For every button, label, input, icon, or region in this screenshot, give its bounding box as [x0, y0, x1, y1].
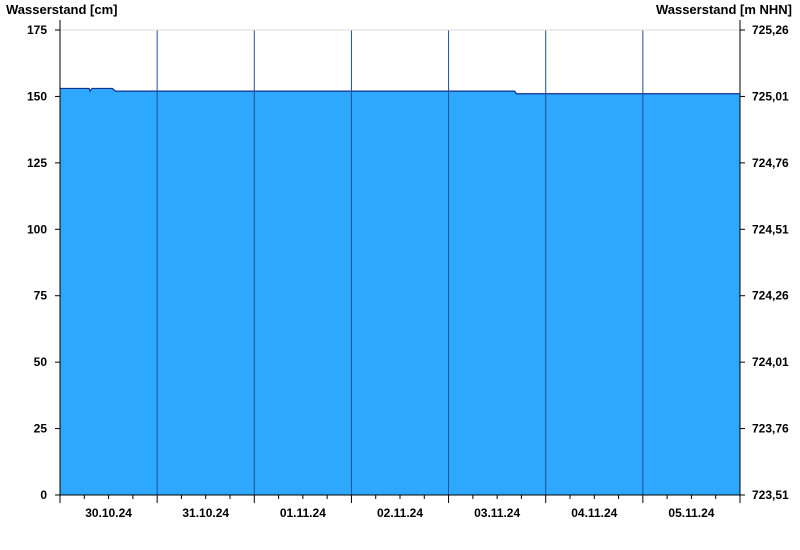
x-tick-label: 04.11.24 [571, 506, 617, 520]
y-left-tick-label: 25 [34, 422, 48, 436]
y-left-tick-label: 75 [34, 289, 48, 303]
y-right-tick-label: 724,01 [752, 355, 789, 369]
y-right-tick-label: 723,76 [752, 422, 789, 436]
water-level-chart: Wasserstand [cm] Wasserstand [m NHN] 0 25… [6, 2, 792, 520]
x-tick-label: 30.10.24 [85, 506, 132, 520]
y-left-tick-label: 125 [27, 156, 47, 170]
x-tick-label: 31.10.24 [182, 506, 229, 520]
y-right-tick-label: 723,51 [752, 488, 789, 502]
y-right-axis-title: Wasserstand [m NHN] [656, 2, 792, 17]
water-level-area [60, 88, 740, 495]
y-left-tick-label: 50 [34, 355, 48, 369]
y-right-tick-label: 724,51 [752, 222, 789, 236]
y-left-tick-label: 150 [27, 89, 47, 103]
x-tick-label: 05.11.24 [668, 506, 714, 520]
y-left-tick-label: 0 [40, 488, 47, 502]
y-right-tick-label: 724,26 [752, 289, 789, 303]
y-right-tick-label: 724,76 [752, 156, 789, 170]
y-left-axis-title: Wasserstand [cm] [6, 2, 118, 17]
y-left-tick-label: 100 [27, 222, 47, 236]
y-right-tick-label: 725,01 [752, 89, 789, 103]
x-tick-label: 01.11.24 [280, 506, 326, 520]
y-left-tick-label: 175 [27, 23, 47, 37]
x-tick-label: 02.11.24 [377, 506, 423, 520]
x-tick-label: 03.11.24 [474, 506, 520, 520]
plot-area [60, 29, 740, 495]
y-right-tick-label: 725,26 [752, 23, 789, 37]
